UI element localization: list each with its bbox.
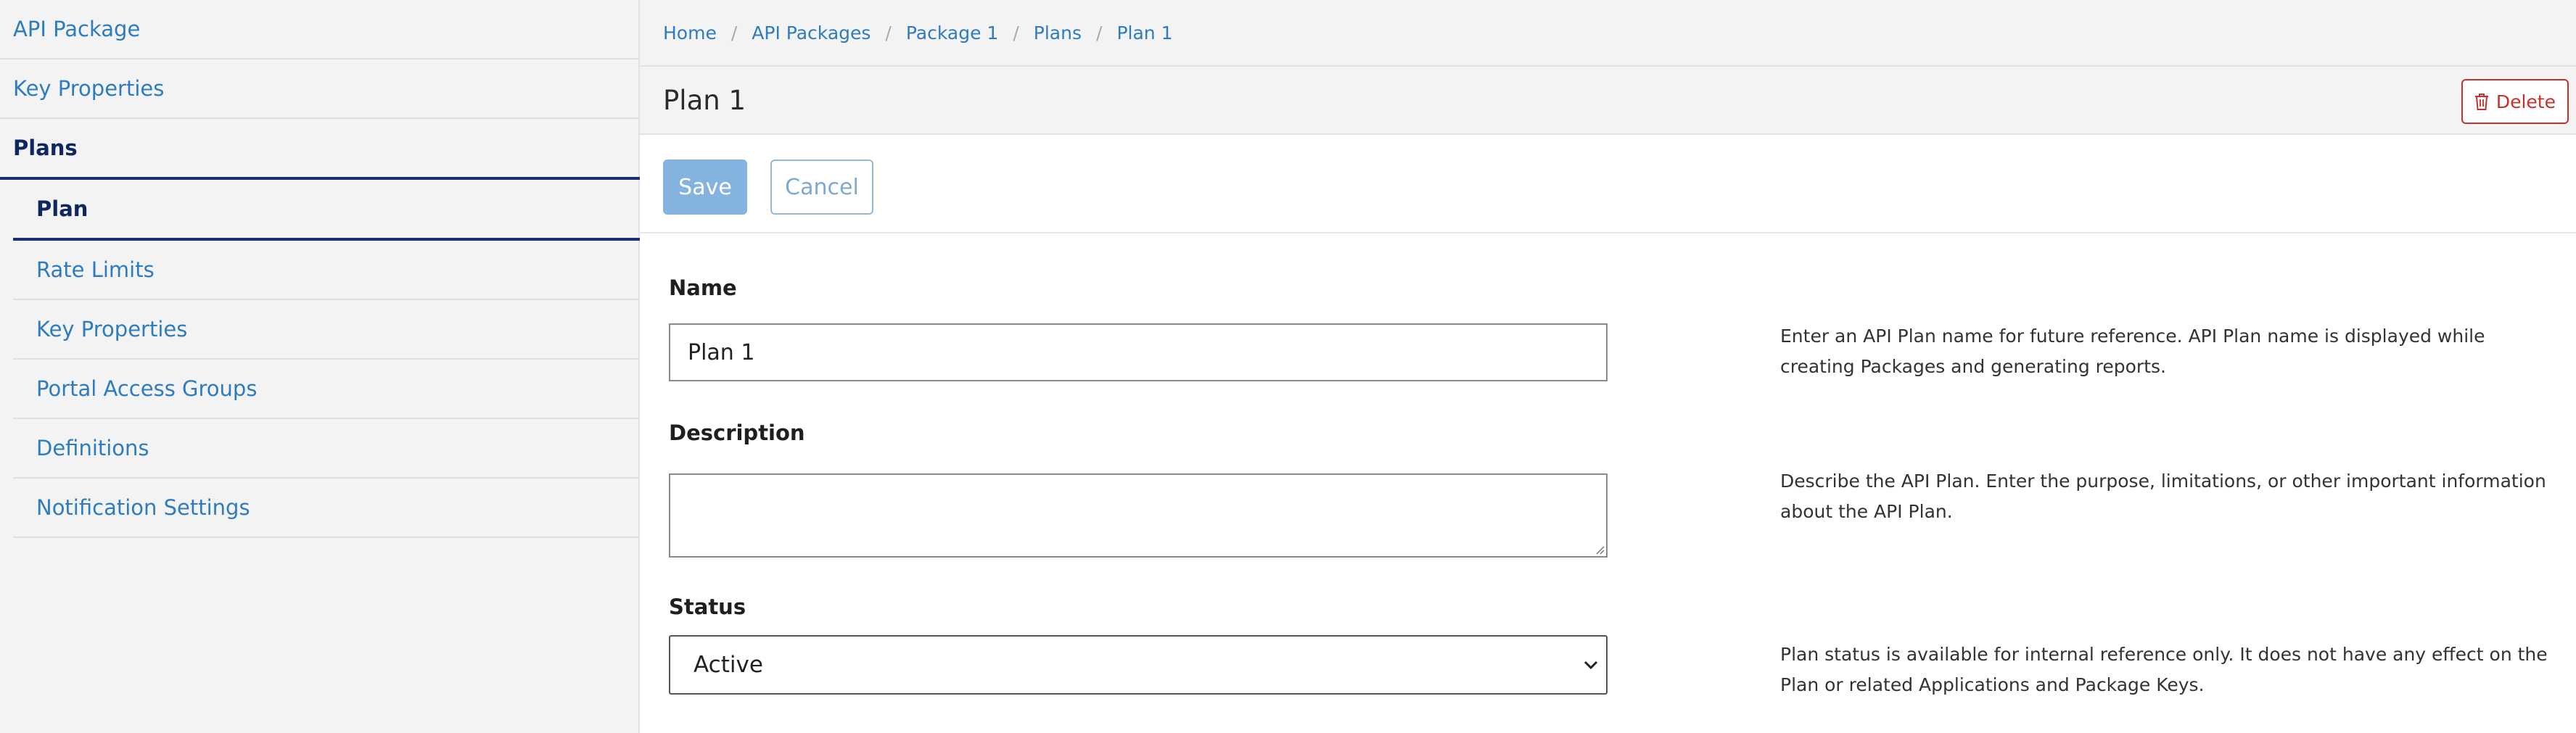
name-input[interactable]: Plan 1 — [669, 323, 1608, 381]
breadcrumb-separator: / — [1013, 22, 1019, 44]
sidebar-item-definitions[interactable]: Definitions — [13, 419, 640, 479]
breadcrumb-separator: / — [885, 22, 892, 44]
sidebar-item-label: API Package — [13, 17, 141, 41]
delete-label: Delete — [2495, 91, 2556, 112]
trash-icon — [2474, 94, 2488, 110]
sidebar: API Package Key Properties Plans Plan Ra… — [0, 0, 640, 733]
sidebar-item-label: Plan — [36, 196, 89, 221]
breadcrumb: Home / API Packages / Package 1 / Plans … — [640, 0, 2576, 67]
breadcrumb-api-packages[interactable]: API Packages — [752, 22, 871, 44]
cancel-button[interactable]: Cancel — [770, 160, 873, 215]
sidebar-item-label: Plans — [13, 136, 78, 160]
sidebar-item-portal-access-groups[interactable]: Portal Access Groups — [13, 360, 640, 419]
breadcrumb-separator: / — [1096, 22, 1103, 44]
sidebar-item-plan-key-properties[interactable]: Key Properties — [13, 300, 640, 360]
description-help-text: Describe the API Plan. Enter the purpose… — [1780, 471, 2546, 522]
sidebar-item-label: Key Properties — [13, 76, 165, 101]
description-textarea[interactable] — [669, 473, 1608, 558]
resize-handle-icon[interactable] — [1593, 543, 1605, 555]
sidebar-item-notification-settings[interactable]: Notification Settings — [13, 479, 640, 538]
sidebar-item-label: Key Properties — [36, 317, 188, 341]
name-label: Name — [669, 276, 737, 300]
action-bar: Save Cancel — [640, 135, 2576, 233]
sidebar-item-key-properties[interactable]: Key Properties — [0, 59, 640, 119]
status-label: Status — [669, 595, 746, 619]
sidebar-item-label: Portal Access Groups — [36, 376, 258, 401]
sidebar-item-api-package[interactable]: API Package — [0, 0, 640, 59]
breadcrumb-plans[interactable]: Plans — [1034, 22, 1082, 44]
save-button[interactable]: Save — [663, 160, 747, 215]
sidebar-item-plans[interactable]: Plans — [0, 119, 640, 180]
delete-button[interactable]: Delete — [2461, 79, 2569, 124]
breadcrumb-package[interactable]: Package 1 — [906, 22, 998, 44]
sidebar-item-plan[interactable]: Plan — [13, 180, 640, 241]
sidebar-item-label: Definitions — [36, 436, 149, 460]
title-bar: Plan 1 Delete — [640, 67, 2576, 135]
sidebar-item-label: Rate Limits — [36, 257, 155, 282]
status-selected-value: Active — [694, 652, 763, 678]
chevron-down-icon — [1584, 660, 1598, 670]
breadcrumb-separator: / — [731, 22, 738, 44]
sidebar-item-rate-limits[interactable]: Rate Limits — [13, 241, 640, 300]
sidebar-item-label: Notification Settings — [36, 495, 250, 520]
status-help-text: Plan status is available for internal re… — [1780, 644, 2548, 695]
breadcrumb-home[interactable]: Home — [663, 22, 717, 44]
status-select[interactable]: Active — [669, 635, 1608, 695]
name-help-text: Enter an API Plan name for future refere… — [1780, 326, 2485, 377]
description-label: Description — [669, 421, 805, 445]
page-title: Plan 1 — [663, 84, 746, 116]
breadcrumb-plan[interactable]: Plan 1 — [1116, 22, 1172, 44]
